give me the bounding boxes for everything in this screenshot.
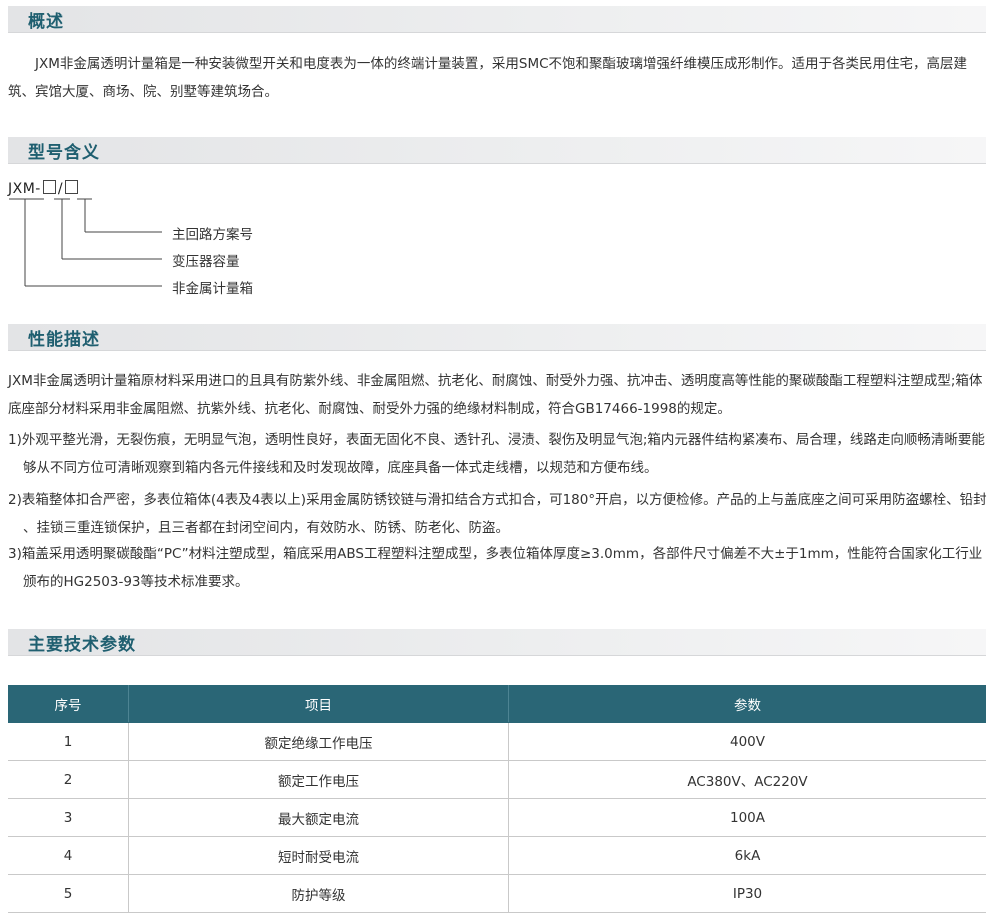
model-label-capacity: 变压器容量	[172, 254, 240, 270]
cell-value: AC380V、AC220V	[508, 760, 986, 799]
cell-index: 3	[8, 798, 129, 837]
table-row: 1 额定绝缘工作电压 400V	[8, 722, 986, 761]
performance-item-3: 3)箱盖采用透明聚碳酸酯“PC”材料注塑成型，箱底采用ABS工程塑料注塑成型，多…	[8, 546, 983, 590]
section-header-performance: 性能描述	[8, 324, 986, 351]
cell-item: 额定工作电压	[128, 760, 509, 799]
performance-item-1: 1)外观平整光滑，无裂伤痕，无明显气泡，透明性良好，表面无固化不良、透针孔、浸渍…	[8, 432, 985, 476]
column-header-item: 项目	[128, 685, 509, 723]
model-diagram-lines	[9, 198, 162, 287]
performance-intro: JXM非金属透明计量箱原材料采用进口的且具有防紫外线、非金属阻燃、抗老化、耐腐蚀…	[8, 373, 983, 417]
model-label-scheme: 主回路方案号	[172, 227, 253, 243]
column-header-value: 参数	[508, 685, 986, 723]
section-header-specs: 主要技术参数	[8, 629, 986, 656]
cell-index: 4	[8, 836, 129, 875]
cell-value: 100A	[508, 798, 986, 837]
section-title: 主要技术参数	[28, 635, 136, 655]
cell-value: 6kA	[508, 836, 986, 875]
table-header-row: 序号 项目 参数	[8, 685, 986, 723]
cell-item: 额定绝缘工作电压	[128, 722, 509, 761]
cell-index: 1	[8, 722, 129, 761]
table-row: 5 防护等级 IP30	[8, 874, 986, 913]
cell-item: 防护等级	[128, 874, 509, 913]
column-header-index: 序号	[8, 685, 129, 723]
table-row: 3 最大额定电流 100A	[8, 798, 986, 837]
cell-value: 400V	[508, 722, 986, 761]
cell-item: 最大额定电流	[128, 798, 509, 837]
cell-index: 2	[8, 760, 129, 799]
model-label-box: 非金属计量箱	[172, 281, 253, 297]
spec-table: 序号 项目 参数 1 额定绝缘工作电压 400V 2 额定工作电压 AC380V…	[8, 685, 986, 913]
performance-item-2: 2)表箱整体扣合严密，多表位箱体(4表及4表以上)采用金属防锈铰链与滑扣结合方式…	[8, 492, 987, 536]
cell-item: 短时耐受电流	[128, 836, 509, 875]
table-row: 2 额定工作电压 AC380V、AC220V	[8, 760, 986, 799]
table-row: 4 短时耐受电流 6kA	[8, 836, 986, 875]
cell-index: 5	[8, 874, 129, 913]
section-title: 性能描述	[28, 330, 100, 350]
cell-value: IP30	[508, 874, 986, 913]
